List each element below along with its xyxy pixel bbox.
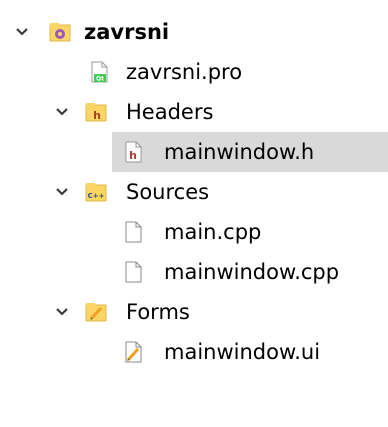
header-file-icon: h bbox=[122, 140, 146, 164]
tree-row-forms[interactable]: Forms bbox=[0, 292, 388, 332]
tree-row-pro-file[interactable]: Qt zavrsni.pro bbox=[0, 52, 388, 92]
tree-item-label: main.cpp bbox=[164, 220, 262, 244]
forms-folder-icon bbox=[84, 300, 108, 324]
tree-row-mainwindow-cpp[interactable]: mainwindow.cpp bbox=[0, 252, 388, 292]
ui-file-icon bbox=[122, 340, 146, 364]
chevron-down-icon[interactable] bbox=[14, 24, 30, 40]
tree-item-label: Headers bbox=[126, 100, 214, 124]
tree-item-label: mainwindow.ui bbox=[164, 340, 321, 364]
tree-row-main-cpp[interactable]: main.cpp bbox=[0, 212, 388, 252]
tree-row-mainwindow-h[interactable]: h mainwindow.h bbox=[112, 132, 388, 172]
chevron-down-icon[interactable] bbox=[54, 184, 70, 200]
file-icon bbox=[122, 260, 146, 284]
header-folder-icon: h bbox=[84, 100, 108, 124]
tree-row-headers[interactable]: h Headers bbox=[0, 92, 388, 132]
tree-item-label: Sources bbox=[126, 180, 210, 204]
chevron-down-icon[interactable] bbox=[54, 304, 70, 320]
svg-text:Qt: Qt bbox=[96, 76, 104, 83]
project-name: zavrsni bbox=[84, 20, 170, 44]
tree-item-label: mainwindow.cpp bbox=[164, 260, 340, 284]
tree-item-label: mainwindow.h bbox=[164, 140, 315, 164]
tree-item-label: zavrsni.pro bbox=[126, 60, 243, 84]
qt-pro-file-icon: Qt bbox=[88, 60, 112, 84]
chevron-down-icon[interactable] bbox=[54, 104, 70, 120]
qt-project-icon bbox=[48, 20, 72, 44]
file-icon bbox=[122, 220, 146, 244]
tree-row-sources[interactable]: C++ Sources bbox=[0, 172, 388, 212]
svg-text:h: h bbox=[93, 109, 101, 122]
tree-row-project[interactable]: zavrsni bbox=[0, 12, 388, 52]
cpp-folder-icon: C++ bbox=[84, 180, 108, 204]
project-tree: zavrsni Qt zavrsni.pro h Headers h mainw… bbox=[0, 0, 388, 427]
svg-text:h: h bbox=[129, 149, 137, 162]
tree-item-label: Forms bbox=[126, 300, 190, 324]
svg-text:C++: C++ bbox=[88, 192, 105, 200]
tree-row-mainwindow-ui[interactable]: mainwindow.ui bbox=[0, 332, 388, 372]
